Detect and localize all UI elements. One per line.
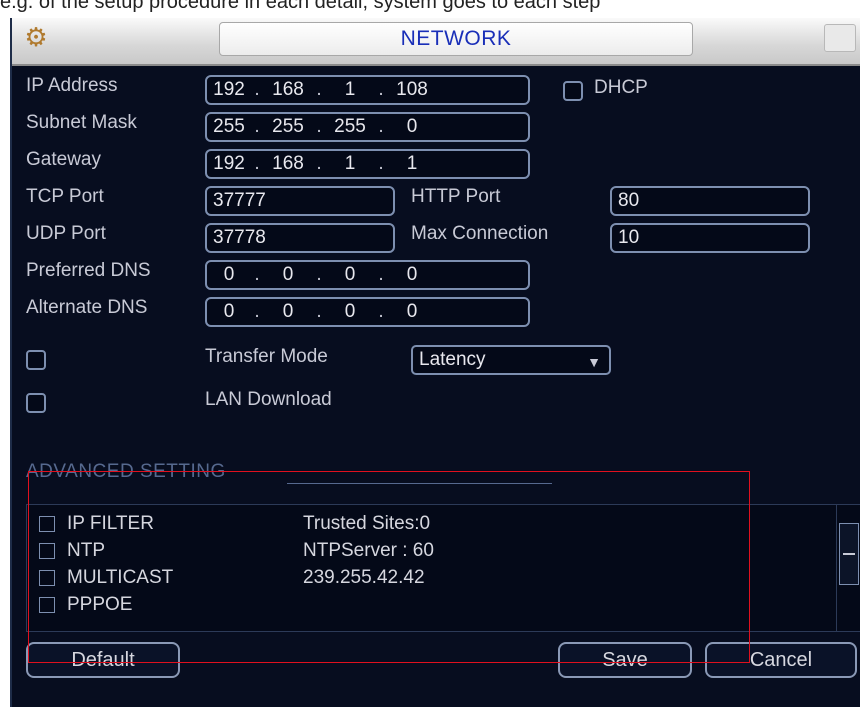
ntp-checkbox[interactable] — [39, 543, 55, 559]
network-settings-icon: ⚙ — [24, 22, 48, 52]
title-bar-control[interactable] — [824, 24, 856, 52]
lan-download-label: LAN Download — [205, 389, 332, 410]
ip-address-octet-3[interactable]: 1 — [325, 79, 375, 101]
save-button[interactable]: Save — [558, 642, 692, 678]
advanced-setting-heading: ADVANCED SETTING — [26, 461, 226, 482]
list-item-ntp[interactable]: NTP NTPServer : 60 — [27, 540, 837, 564]
alternate-dns-field[interactable]: 0. 0. 0. 0 — [205, 297, 530, 327]
transfer-mode-value: Latency — [419, 349, 486, 370]
dropdown-arrow-icon: ▼ — [587, 354, 601, 370]
http-port-label: HTTP Port — [411, 186, 501, 207]
alternate-dns-octet-1[interactable]: 0 — [207, 301, 251, 323]
tcp-port-label: TCP Port — [26, 186, 104, 207]
dhcp-checkbox[interactable] — [563, 81, 583, 101]
ip-address-octet-4[interactable]: 108 — [387, 79, 437, 101]
max-connection-label: Max Connection — [411, 223, 549, 244]
dhcp-label: DHCP — [594, 77, 648, 98]
gateway-octet-3[interactable]: 1 — [325, 153, 375, 175]
ip-address-octet-1[interactable]: 192 — [207, 79, 251, 101]
ip-filter-checkbox[interactable] — [39, 516, 55, 532]
udp-port-input[interactable]: 37778 — [205, 223, 395, 253]
subnet-mask-octet-2[interactable]: 255 — [263, 116, 313, 138]
alternate-dns-label: Alternate DNS — [26, 297, 148, 318]
max-connection-input[interactable]: 10 — [610, 223, 810, 253]
subnet-mask-octet-1[interactable]: 255 — [207, 116, 251, 138]
subnet-mask-octet-3[interactable]: 255 — [325, 116, 375, 138]
gateway-octet-1[interactable]: 192 — [207, 153, 251, 175]
preferred-dns-octet-2[interactable]: 0 — [263, 264, 313, 286]
pppoe-checkbox[interactable] — [39, 597, 55, 613]
gateway-field[interactable]: 192. 168. 1. 1 — [205, 149, 530, 179]
advanced-settings-list: IP FILTER Trusted Sites:0 NTP NTPServer … — [26, 504, 860, 632]
gateway-label: Gateway — [26, 149, 101, 170]
preferred-dns-field[interactable]: 0. 0. 0. 0 — [205, 260, 530, 290]
advanced-setting-divider — [287, 483, 552, 484]
title-bar: ⚙ NETWORK — [12, 18, 860, 66]
gateway-octet-4[interactable]: 1 — [387, 153, 437, 175]
preferred-dns-octet-1[interactable]: 0 — [207, 264, 251, 286]
alternate-dns-octet-3[interactable]: 0 — [325, 301, 375, 323]
multicast-checkbox[interactable] — [39, 570, 55, 586]
multicast-label: MULTICAST — [67, 567, 174, 588]
alternate-dns-octet-4[interactable]: 0 — [387, 301, 437, 323]
preferred-dns-octet-3[interactable]: 0 — [325, 264, 375, 286]
subnet-mask-octet-4[interactable]: 0 — [387, 116, 437, 138]
transfer-mode-checkbox[interactable] — [26, 350, 46, 370]
pppoe-label: PPPOE — [67, 594, 133, 615]
transfer-mode-label: Transfer Mode — [205, 346, 328, 367]
document-caption: e.g. of the setup procedure in each deta… — [0, 0, 601, 13]
ip-address-field[interactable]: 192. 168. 1. 108 — [205, 75, 530, 105]
network-window: ⚙ NETWORK IP Address 192. 168. 1. 108 DH… — [10, 18, 860, 707]
cancel-button[interactable]: Cancel — [705, 642, 857, 678]
ntp-value: NTPServer : 60 — [303, 540, 434, 561]
default-button[interactable]: Default — [26, 642, 180, 678]
list-item-ip-filter[interactable]: IP FILTER Trusted Sites:0 — [27, 513, 837, 537]
scrollbar-thumb[interactable] — [839, 523, 859, 585]
subnet-mask-label: Subnet Mask — [26, 112, 137, 133]
preferred-dns-label: Preferred DNS — [26, 260, 151, 281]
ntp-label: NTP — [67, 540, 105, 561]
tcp-port-input[interactable]: 37777 — [205, 186, 395, 216]
document-caption-strip: e.g. of the setup procedure in each deta… — [0, 0, 860, 18]
list-item-pppoe[interactable]: PPPOE — [27, 594, 837, 618]
ip-address-label: IP Address — [26, 75, 118, 96]
transfer-mode-select[interactable]: Latency ▼ — [411, 345, 611, 375]
http-port-input[interactable]: 80 — [610, 186, 810, 216]
multicast-value: 239.255.42.42 — [303, 567, 425, 588]
ip-filter-label: IP FILTER — [67, 513, 154, 534]
list-item-multicast[interactable]: MULTICAST 239.255.42.42 — [27, 567, 837, 591]
ip-address-octet-2[interactable]: 168 — [263, 79, 313, 101]
udp-port-label: UDP Port — [26, 223, 106, 244]
gateway-octet-2[interactable]: 168 — [263, 153, 313, 175]
list-scrollbar[interactable] — [836, 505, 860, 631]
window-title: NETWORK — [219, 22, 693, 56]
preferred-dns-octet-4[interactable]: 0 — [387, 264, 437, 286]
ip-filter-value: Trusted Sites:0 — [303, 513, 431, 534]
lan-download-checkbox[interactable] — [26, 393, 46, 413]
alternate-dns-octet-2[interactable]: 0 — [263, 301, 313, 323]
subnet-mask-field[interactable]: 255. 255. 255. 0 — [205, 112, 530, 142]
